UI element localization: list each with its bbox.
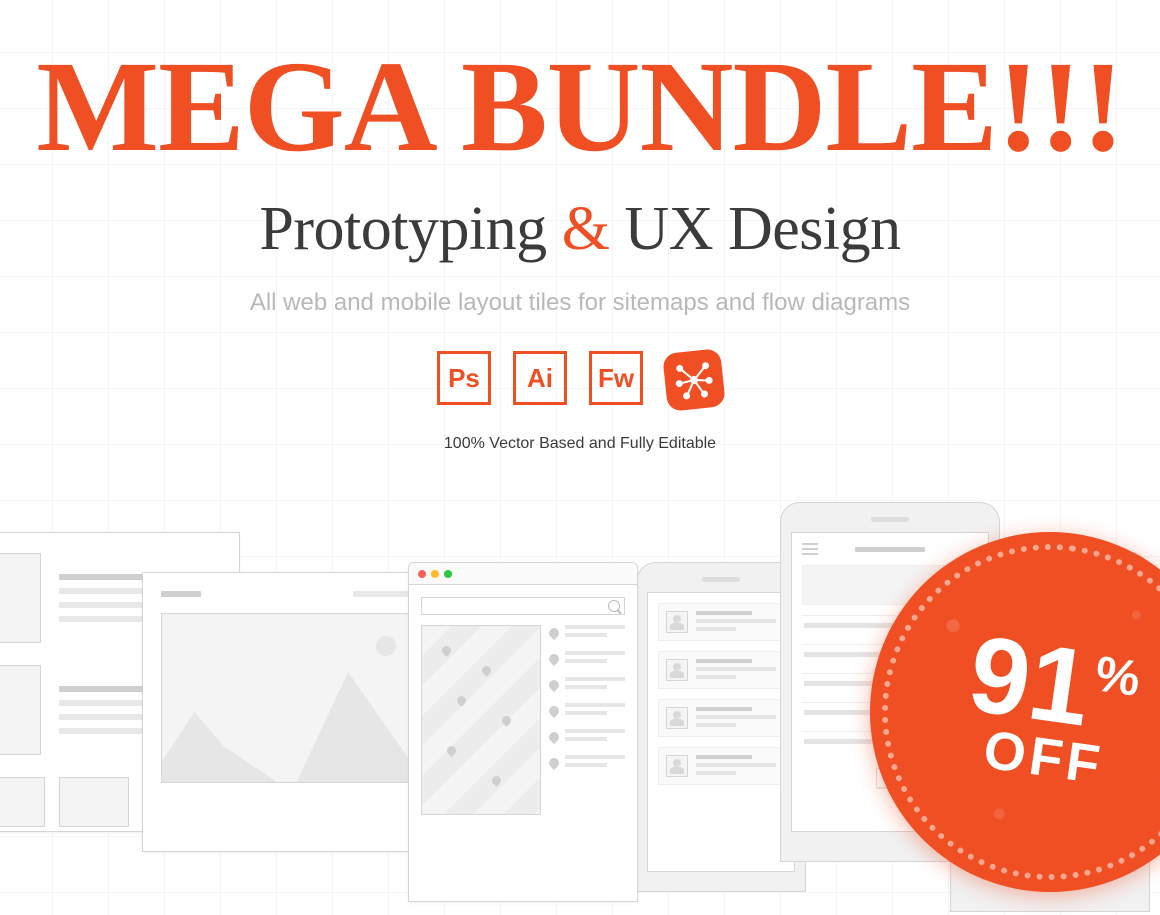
footnote: 100% Vector Based and Fully Editable <box>0 435 1160 453</box>
page-subtitle: Prototyping & UX Design <box>0 194 1160 265</box>
hero-section: MEGA BUNDLE!!! Prototyping & UX Design A… <box>0 0 1160 453</box>
video-thumb <box>0 553 41 643</box>
wireframe-map-window <box>408 562 638 902</box>
tagline: All web and mobile layout tiles for site… <box>0 289 1160 317</box>
omnigraffle-icon <box>662 348 726 412</box>
map-wireframe <box>421 625 541 815</box>
illustrator-icon: Ai <box>513 351 567 405</box>
subtitle-ampersand: & <box>562 195 610 263</box>
video-thumb <box>0 665 41 755</box>
avatar-icon <box>666 611 688 633</box>
photoshop-icon: Ps <box>437 351 491 405</box>
avatar-icon <box>666 659 688 681</box>
percent-icon: % <box>1092 652 1142 703</box>
search-input-wireframe <box>421 597 625 615</box>
wireframe-image-tile <box>142 572 442 852</box>
subtitle-right: UX Design <box>609 195 900 263</box>
hamburger-icon <box>802 543 818 555</box>
search-icon <box>608 600 620 612</box>
app-icons-row: Ps Ai Fw <box>0 351 1160 409</box>
subtitle-left: Prototyping <box>259 195 561 263</box>
wireframe-video-tile <box>0 532 240 832</box>
wireframe-phone-list <box>636 562 806 892</box>
discount-off-label: OFF <box>980 718 1107 796</box>
avatar-icon <box>666 755 688 777</box>
discount-number: 91 <box>964 624 1096 737</box>
image-placeholder-icon <box>161 613 423 783</box>
fireworks-icon: Fw <box>589 351 643 405</box>
page-title: MEGA BUNDLE!!! <box>0 42 1160 172</box>
avatar-icon <box>666 707 688 729</box>
discount-badge: 91 % OFF <box>847 509 1160 915</box>
